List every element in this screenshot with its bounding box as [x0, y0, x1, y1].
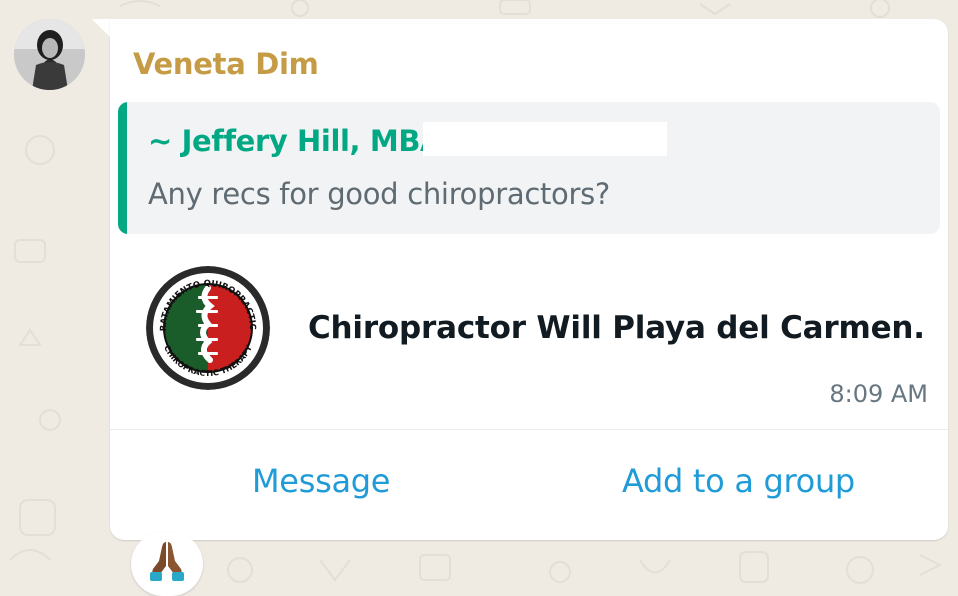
- contact-photo[interactable]: TRATAMIENTO QUIROPRACTICO CHIROPRACTIC T…: [146, 266, 270, 390]
- message-bubble: Veneta Dim ~ Jeffery Hill, MBA Any recs …: [110, 19, 948, 540]
- sender-name[interactable]: Veneta Dim: [133, 47, 319, 81]
- message-time: 8:09 AM: [829, 380, 928, 408]
- divider: [110, 429, 948, 430]
- add-to-group-button[interactable]: Add to a group: [622, 462, 855, 500]
- contact-name[interactable]: Chiropractor Will Playa del Carmen.: [308, 310, 925, 346]
- folded-hands-icon: [150, 542, 184, 581]
- bubble-tail: [92, 19, 112, 39]
- quote-text: Any recs for good chiropractors?: [148, 177, 611, 211]
- sender-avatar[interactable]: [14, 19, 85, 90]
- quote-accent-bar: [118, 102, 127, 234]
- redacted-area: [423, 122, 667, 156]
- reaction-badge[interactable]: [131, 532, 203, 596]
- quote-author: ~ Jeffery Hill, MBA: [148, 124, 443, 158]
- message-button[interactable]: Message: [252, 462, 390, 500]
- quoted-message[interactable]: ~ Jeffery Hill, MBA Any recs for good ch…: [118, 102, 940, 234]
